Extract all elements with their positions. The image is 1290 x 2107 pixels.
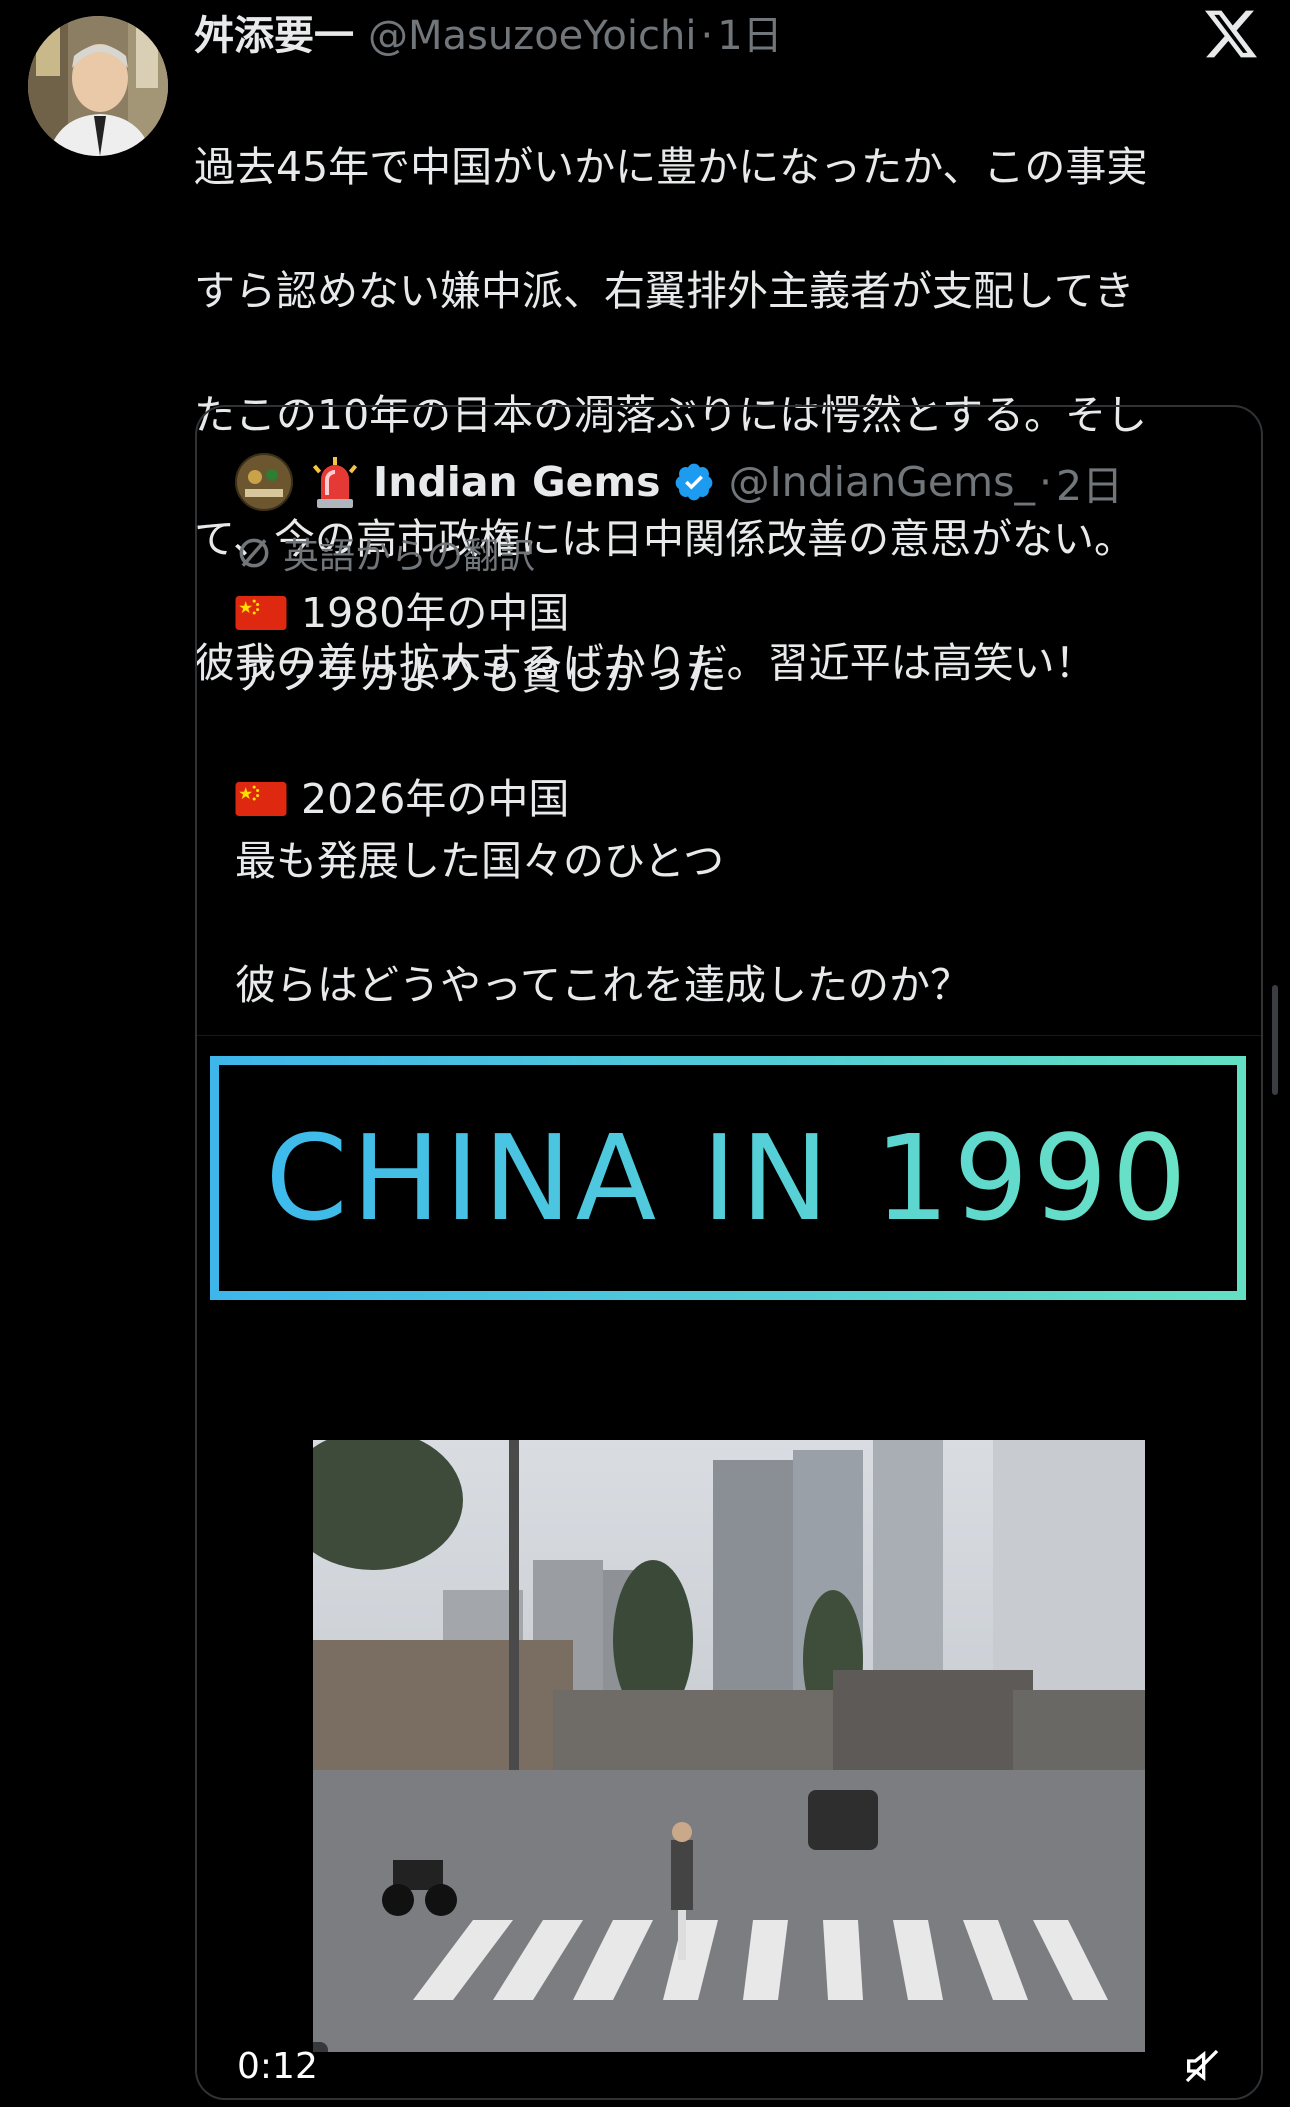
video-frame[interactable] — [313, 1440, 1145, 2052]
china-flag-icon — [235, 782, 287, 816]
quote-text-line: 彼らはどうやってこれを達成したのか？ — [235, 961, 971, 1009]
translation-label[interactable]: 英語からの翻訳 — [235, 527, 535, 579]
tweet-time[interactable]: 1日 — [717, 10, 782, 62]
quote-text: 1980年の中国 アフリカよりも貧しかった 2026年の中国 最も発展した国々の… — [235, 582, 1235, 1016]
china-flag-icon — [235, 596, 287, 630]
mute-icon[interactable] — [1182, 2046, 1222, 2086]
quote-line-text: 2026年の中国 — [301, 775, 570, 823]
quote-text-line: 最も発展した国々のひとつ — [235, 837, 725, 885]
quote-time[interactable]: 2日 — [1056, 452, 1123, 512]
quote-author-avatar[interactable] — [235, 453, 293, 511]
quote-line-text: 1980年の中国 — [301, 589, 570, 637]
quote-text-line: 2026年の中国 — [235, 768, 1235, 830]
translate-icon — [239, 538, 269, 568]
quote-author-name[interactable]: Indian Gems — [373, 458, 661, 506]
tweet-header: 舛添要一 @MasuzoeYoichi · 1日 — [194, 10, 783, 62]
video-timestamp: 0:12 — [227, 2042, 328, 2091]
author-handle[interactable]: @MasuzoeYoichi — [368, 10, 696, 62]
tweet-text-line: 過去45年で中国がいかに豊かになったか、この事実 — [194, 143, 1148, 191]
header-separator: · — [700, 13, 714, 59]
quote-text-line: 1980年の中国 — [235, 582, 1235, 644]
scrollbar[interactable] — [1272, 985, 1278, 1095]
quoted-tweet[interactable]: Indian Gems @IndianGems_ · 2日 英語からの翻訳 19… — [195, 405, 1263, 2100]
verified-badge-icon — [675, 463, 712, 501]
author-avatar[interactable] — [28, 16, 168, 156]
quote-author-handle[interactable]: @IndianGems_ — [729, 458, 1035, 506]
video-player[interactable]: CHINA IN 1990 0:12 — [197, 1035, 1261, 2098]
x-logo-icon[interactable] — [1205, 8, 1257, 60]
header-separator: · — [1038, 458, 1053, 506]
author-name[interactable]: 舛添要一 — [194, 10, 354, 62]
video-title-banner: CHINA IN 1990 — [210, 1056, 1246, 1300]
quote-header: Indian Gems @IndianGems_ · 2日 — [235, 447, 1123, 517]
siren-emoji-icon — [312, 457, 358, 508]
banner-text: CHINA IN 1990 — [219, 1065, 1237, 1291]
tweet-text-line: すら認めない嫌中派、右翼排外主義者が支配してき — [194, 267, 1135, 315]
translation-label-text: 英語からの翻訳 — [283, 536, 536, 577]
quote-text-line: アフリカよりも貧しかった — [235, 651, 727, 699]
